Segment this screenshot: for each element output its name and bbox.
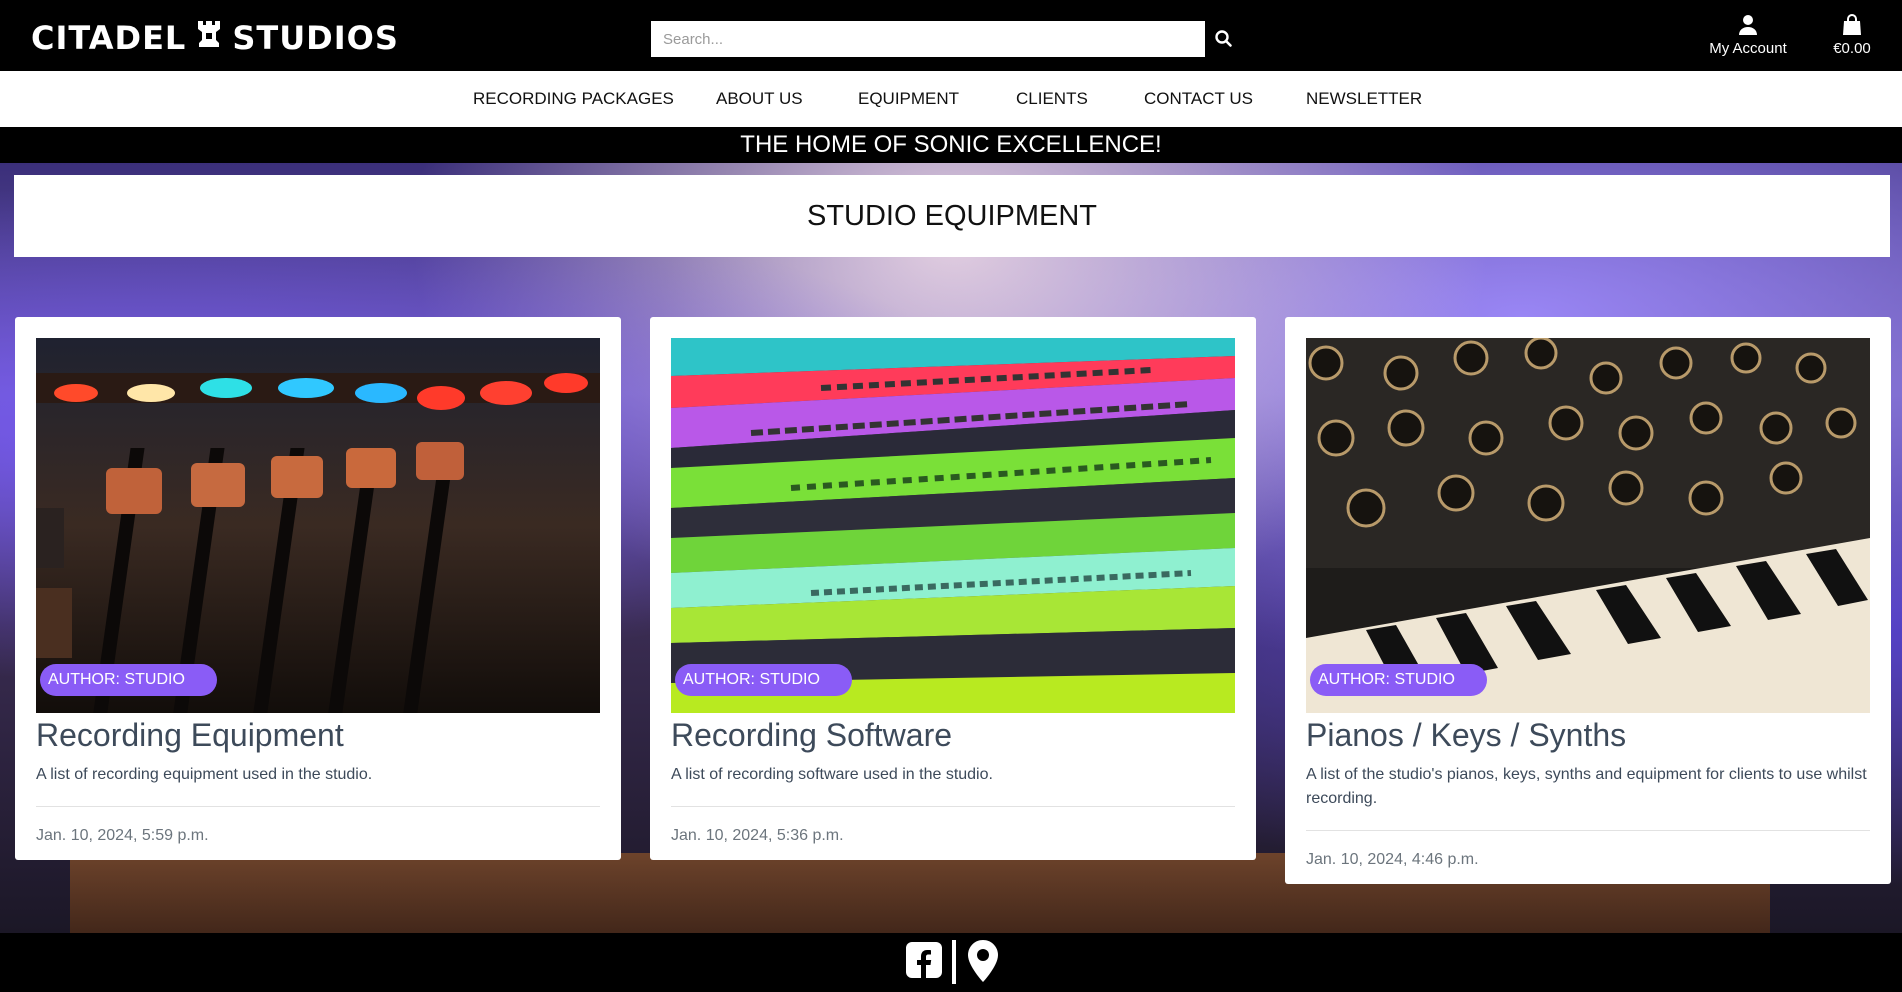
footer	[0, 933, 1902, 992]
post-description: A list of recording software used in the…	[671, 766, 993, 783]
mixing-console-image[interactable]	[36, 338, 600, 713]
nav-item-contact-us[interactable]: CONTACT US	[1144, 89, 1253, 109]
post-card-pianos-keys-synths[interactable]: AUTHOR: STUDIO Pianos / Keys / Synths A …	[1285, 317, 1891, 884]
author-badge: AUTHOR: STUDIO	[40, 664, 217, 696]
tagline-banner: THE HOME OF SONIC EXCELLENCE!	[0, 127, 1902, 163]
card-divider	[1306, 830, 1870, 831]
author-badge: AUTHOR: STUDIO	[1310, 664, 1487, 696]
map-pin-icon	[968, 940, 998, 982]
post-title[interactable]: Pianos / Keys / Synths	[1306, 717, 1626, 754]
post-date: Jan. 10, 2024, 5:59 p.m.	[36, 827, 209, 844]
post-date: Jan. 10, 2024, 4:46 p.m.	[1306, 851, 1479, 868]
main-nav: RECORDING PACKAGES ABOUT US EQUIPMENT CL…	[0, 71, 1902, 127]
daw-screen-image[interactable]	[671, 338, 1235, 713]
post-card-recording-software[interactable]: AUTHOR: STUDIO Recording Software A list…	[650, 317, 1256, 860]
author-badge: AUTHOR: STUDIO	[675, 664, 852, 696]
post-date: Jan. 10, 2024, 5:36 p.m.	[671, 827, 844, 844]
logo-text-left: CITADEL	[31, 19, 187, 57]
nav-item-newsletter[interactable]: NEWSLETTER	[1306, 89, 1422, 109]
nav-item-about-us[interactable]: ABOUT US	[716, 89, 803, 109]
synthesizer-image[interactable]	[1306, 338, 1870, 713]
search-button[interactable]	[1212, 27, 1236, 51]
user-icon	[1739, 15, 1757, 35]
post-title[interactable]: Recording Equipment	[36, 717, 344, 754]
cart-link[interactable]: €0.00	[1822, 14, 1882, 57]
post-description: A list of recording equipment used in th…	[36, 766, 373, 783]
search-input[interactable]	[651, 21, 1205, 57]
page-title: STUDIO EQUIPMENT	[806, 200, 1097, 232]
card-divider	[671, 806, 1235, 807]
rook-tower-icon	[196, 19, 222, 57]
location-link[interactable]	[968, 940, 998, 987]
post-card-recording-equipment[interactable]: AUTHOR: STUDIO Recording Equipment A lis…	[15, 317, 621, 860]
nav-item-clients[interactable]: CLIENTS	[1016, 89, 1088, 109]
page-title-box: STUDIO EQUIPMENT	[14, 175, 1890, 257]
studio-background: STUDIO EQUIPMENT AUTHOR: STUDIO Recordin…	[0, 163, 1902, 933]
cart-total: €0.00	[1833, 40, 1871, 57]
shopping-bag-icon	[1843, 14, 1861, 35]
facebook-icon	[906, 942, 942, 978]
top-header: CITADEL STUDIOS My Account €0.00	[0, 0, 1902, 71]
search-icon	[1215, 30, 1232, 47]
post-description: A list of the studio's pianos, keys, syn…	[1306, 766, 1867, 807]
card-divider	[36, 806, 600, 807]
my-account-link[interactable]: My Account	[1700, 14, 1796, 57]
my-account-label: My Account	[1709, 40, 1787, 57]
logo-text-right: STUDIOS	[232, 19, 399, 57]
site-logo[interactable]: CITADEL STUDIOS	[31, 18, 399, 58]
footer-separator	[952, 940, 956, 984]
nav-item-equipment[interactable]: EQUIPMENT	[858, 89, 959, 109]
search-bar	[651, 21, 1205, 57]
nav-item-recording-packages[interactable]: RECORDING PACKAGES	[473, 89, 674, 109]
post-title[interactable]: Recording Software	[671, 717, 952, 754]
facebook-link[interactable]	[906, 942, 942, 983]
